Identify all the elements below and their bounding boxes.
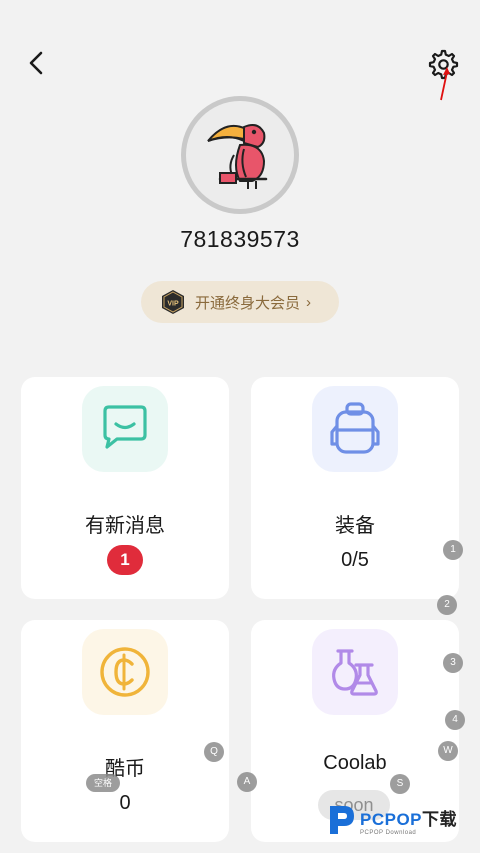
equipment-icon-tile: [312, 386, 398, 472]
watermark-suffix: 下载: [422, 809, 458, 829]
back-button[interactable]: [22, 48, 52, 78]
unread-badge: 1: [107, 545, 143, 575]
watermark-title: PCPOP下载: [360, 805, 457, 830]
messages-title: 有新消息: [85, 515, 165, 537]
vip-upgrade-button[interactable]: VIP 开通终身大会员 ›: [141, 281, 339, 323]
coolab-title: Coolab: [323, 752, 387, 774]
chevron-right-icon: ›: [306, 293, 312, 311]
key-hint-2: 2: [437, 595, 457, 615]
coolab-icon-tile: [312, 629, 398, 715]
pcpop-logo-icon: [330, 806, 354, 834]
coin-icon: [100, 647, 150, 697]
key-hint-3: 3: [443, 653, 463, 673]
key-hint-4: 4: [445, 710, 465, 730]
coins-icon-tile: [82, 629, 168, 715]
watermark: PCPOP下载 PCPOP Download: [326, 802, 457, 838]
card-coins[interactable]: 酷币 0: [21, 620, 229, 842]
vip-badge-text: VIP: [167, 301, 179, 308]
key-hint-q: Q: [204, 742, 224, 762]
avatar-inner: [186, 101, 294, 209]
key-hint-w: W: [438, 741, 458, 761]
watermark-subtitle: PCPOP Download: [360, 829, 417, 836]
messages-icon-tile: [82, 386, 168, 472]
flask-icon: [332, 649, 378, 696]
key-hint-s: S: [390, 774, 410, 794]
toucan-avatar: [207, 124, 268, 189]
chat-bubble-icon: [103, 405, 147, 449]
user-id: 781839573: [180, 226, 300, 252]
key-hint-space: 空格: [86, 774, 120, 792]
watermark-text: PCPOP下载 PCPOP Download: [360, 805, 457, 836]
avatar[interactable]: [181, 96, 299, 214]
annotation-arrow: [440, 67, 450, 101]
coins-value: 0: [119, 792, 131, 814]
card-equipment[interactable]: 装备 0/5: [251, 377, 459, 599]
vip-badge-icon: VIP: [162, 290, 184, 314]
backpack-icon: [330, 402, 380, 454]
back-arrow-icon: [29, 51, 43, 75]
key-hint-a: A: [237, 772, 257, 792]
equipment-title: 装备: [335, 515, 375, 537]
coins-title: 酷币: [105, 758, 145, 780]
vip-label: 开通终身大会员: [195, 294, 301, 312]
equipment-count: 0/5: [341, 549, 369, 571]
card-messages[interactable]: 有新消息 1: [21, 377, 229, 599]
watermark-brand: PCPOP: [360, 809, 423, 829]
key-hint-1: 1: [443, 540, 463, 560]
